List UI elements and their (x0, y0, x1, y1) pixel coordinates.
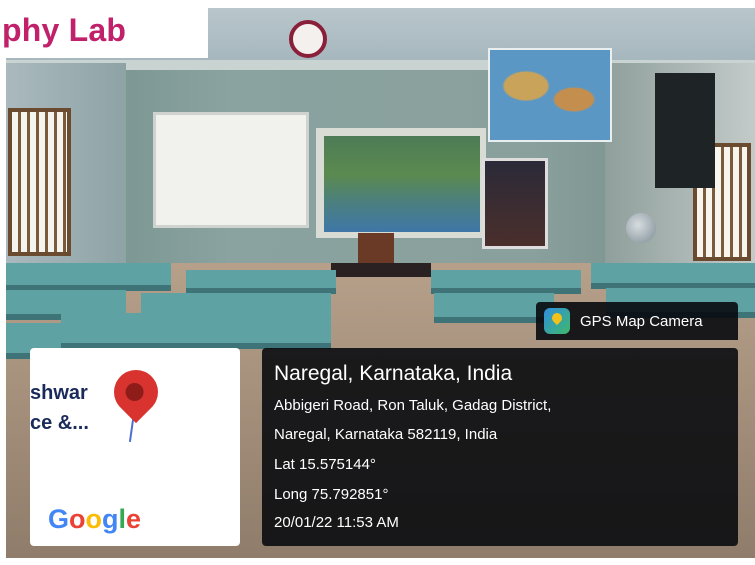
desk (591, 263, 755, 289)
left-window (8, 108, 71, 256)
desk (431, 270, 581, 294)
desk (61, 313, 331, 349)
wall-clock (289, 20, 327, 58)
map-place-text: shwar (30, 382, 88, 404)
timestamp: 20/01/22 11:53 AM (274, 514, 399, 531)
map-pin-icon (104, 360, 168, 424)
dark-board (655, 73, 715, 188)
longitude: Long 75.792851° (274, 486, 389, 503)
address-line-1: Abbigeri Road, Ron Taluk, Gadag District… (274, 397, 552, 414)
google-logo: Google (48, 504, 142, 534)
location-place: Naregal, Karnataka, India (274, 362, 513, 385)
gps-app-header: GPS Map Camera (536, 302, 738, 340)
desk (6, 263, 171, 291)
gps-app-name: GPS Map Camera (580, 313, 703, 330)
title-label: phy Lab (0, 0, 208, 58)
map-place-text: ce &... (30, 412, 89, 434)
desk (186, 270, 336, 294)
globe (626, 213, 656, 243)
gps-camera-app-icon (544, 308, 570, 334)
whiteboard (153, 112, 309, 228)
address-line-2: Naregal, Karnataka 582119, India (274, 426, 498, 443)
map-thumbnail: shwar ce &... Google (30, 348, 240, 546)
chalkboard (324, 136, 480, 232)
world-map-poster (488, 48, 612, 142)
wall-poster (482, 158, 548, 249)
teacher-table (331, 263, 431, 277)
latitude: Lat 15.575144° (274, 456, 376, 473)
page-title: phy Lab (2, 12, 127, 48)
location-info-card: Naregal, Karnataka, India Abbigeri Road,… (262, 348, 738, 546)
